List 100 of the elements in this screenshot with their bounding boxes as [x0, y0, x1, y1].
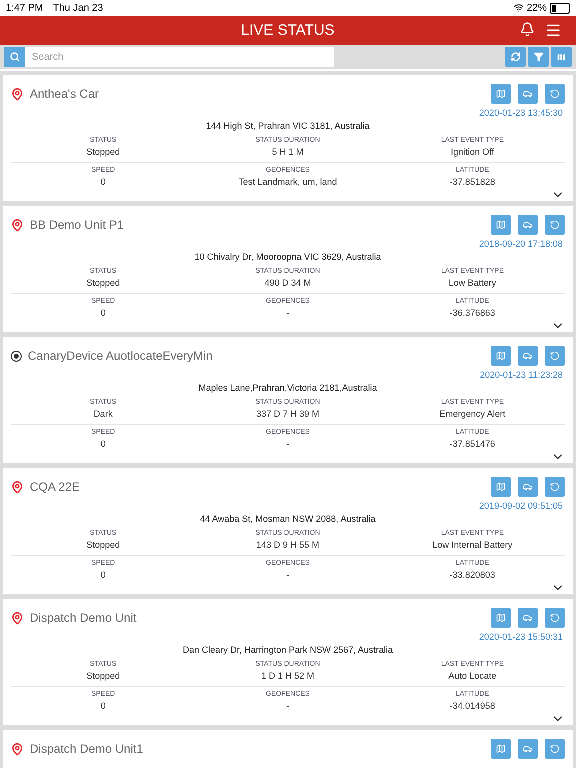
history-button[interactable] — [545, 608, 565, 628]
search-icon — [10, 52, 20, 62]
timestamp-link[interactable]: 2020-01-23 13:45:30 — [479, 108, 563, 118]
unit-name: Dispatch Demo Unit — [30, 611, 137, 625]
history-icon — [550, 351, 560, 361]
car-icon — [523, 220, 533, 230]
field-value: Dark — [94, 409, 113, 419]
car-icon — [523, 744, 533, 754]
field-value: 0 — [100, 308, 106, 318]
field-value: 337 D 7 H 39 M — [256, 409, 320, 419]
history-button[interactable] — [545, 84, 565, 104]
field-value: 5 H 1 M — [272, 147, 304, 157]
location-pin-icon — [11, 742, 24, 756]
field-value: 1 D 1 H 52 M — [261, 671, 314, 681]
location-pin-icon — [11, 218, 24, 232]
map-button[interactable] — [491, 84, 511, 104]
car-icon — [523, 613, 533, 623]
refresh-icon — [510, 52, 520, 62]
car-icon — [523, 482, 533, 492]
field-value: -33.820803 — [450, 570, 496, 580]
unit-address: Maples Lane,Prahran,Victoria 2181,Australia — [198, 383, 378, 393]
field-value: - — [286, 308, 290, 318]
history-icon — [550, 744, 560, 754]
page-title: LIVE STATUS — [241, 22, 335, 39]
field-value: - — [286, 701, 290, 711]
map-icon — [496, 613, 506, 623]
field-value: 0 — [100, 439, 106, 449]
vehicle-button[interactable] — [518, 215, 538, 235]
unit-name: Anthea's Car — [30, 87, 99, 101]
map-button[interactable] — [491, 739, 511, 759]
timestamp-link[interactable]: 2020-01-23 15:50:31 — [479, 632, 563, 642]
car-icon — [523, 351, 533, 361]
history-icon — [550, 89, 560, 99]
field-value: -37.851828 — [450, 177, 496, 187]
map-button[interactable] — [491, 608, 511, 628]
vehicle-button[interactable] — [518, 477, 538, 497]
unit-name: BB Demo Unit P1 — [30, 218, 124, 232]
field-value: Stopped — [86, 278, 120, 288]
history-icon — [550, 613, 560, 623]
menu-icon[interactable] — [545, 22, 562, 39]
search-field[interactable]: Search — [25, 47, 334, 67]
field-value: Test Landmark, um, land — [238, 177, 338, 187]
history-button[interactable] — [545, 215, 565, 235]
map-button[interactable] — [491, 477, 511, 497]
field-value: Stopped — [86, 540, 120, 550]
field-value: 0 — [100, 701, 106, 711]
unit-address: 44 Awaba St, Mosman NSW 2088, Australia — [200, 514, 376, 524]
field-value: 490 D 34 M — [264, 278, 312, 288]
map-button[interactable] — [491, 215, 511, 235]
field-value: Low Battery — [448, 278, 496, 288]
vehicle-button[interactable] — [518, 346, 538, 366]
history-button[interactable] — [545, 739, 565, 759]
vehicle-button[interactable] — [518, 84, 538, 104]
map-button[interactable] — [551, 47, 572, 67]
notifications-icon[interactable] — [520, 22, 535, 37]
field-value: Emergency Alert — [440, 409, 506, 419]
map-icon — [556, 52, 567, 62]
field-value: 0 — [100, 570, 106, 580]
unit-address: 10 Chivalry Dr, Mooroopna VIC 3629, Australia — [194, 252, 382, 262]
filter-button[interactable] — [528, 47, 549, 67]
unit-address: 144 High St, Prahran VIC 3181, Australia — [206, 121, 370, 131]
field-value: - — [286, 570, 290, 580]
unit-name: CQA 22E — [30, 480, 80, 494]
wifi-icon — [514, 3, 524, 13]
vehicle-button[interactable] — [518, 608, 538, 628]
car-icon — [523, 89, 533, 99]
map-icon — [496, 482, 506, 492]
history-button[interactable] — [545, 346, 565, 366]
map-icon — [496, 351, 506, 361]
field-value: Ignition Off — [450, 147, 494, 157]
unit-name: CanaryDevice AuotlocateEveryMin — [28, 349, 213, 363]
field-value: 143 D 9 H 55 M — [256, 540, 320, 550]
field-value: -36.376863 — [450, 308, 496, 318]
field-value: 0 — [100, 177, 106, 187]
field-value: -37.851476 — [450, 439, 496, 449]
status-time: 1:47 PM — [6, 2, 44, 14]
location-pin-icon — [11, 88, 24, 100]
field-value: Stopped — [86, 147, 120, 157]
map-icon — [496, 89, 506, 99]
map-icon — [496, 220, 506, 230]
battery-icon — [550, 2, 570, 14]
timestamp-link[interactable]: 2018-09-20 17:18:08 — [479, 239, 563, 249]
refresh-button[interactable] — [505, 47, 526, 67]
history-button[interactable] — [545, 477, 565, 497]
map-icon — [496, 744, 506, 754]
field-value: -34.014958 — [450, 701, 496, 711]
field-value: Stopped — [86, 671, 120, 681]
radio-dot-icon — [11, 350, 22, 362]
vehicle-button[interactable] — [518, 739, 538, 759]
unit-address: Dan Cleary Dr, Harrington Park NSW 2567, Australia — [182, 645, 394, 655]
location-pin-icon — [11, 612, 24, 624]
timestamp-link[interactable]: 2020-01-23 11:23:28 — [480, 370, 563, 380]
map-button[interactable] — [491, 346, 511, 366]
timestamp-link[interactable]: 2019-09-02 09:51:05 — [479, 501, 563, 511]
field-value: - — [286, 439, 290, 449]
field-value: Auto Locate — [448, 671, 497, 681]
search-button[interactable] — [4, 47, 25, 67]
filter-icon — [534, 52, 544, 62]
unit-name: Dispatch Demo Unit1 — [30, 742, 144, 756]
status-date: Thu Jan 23 — [53, 2, 104, 14]
